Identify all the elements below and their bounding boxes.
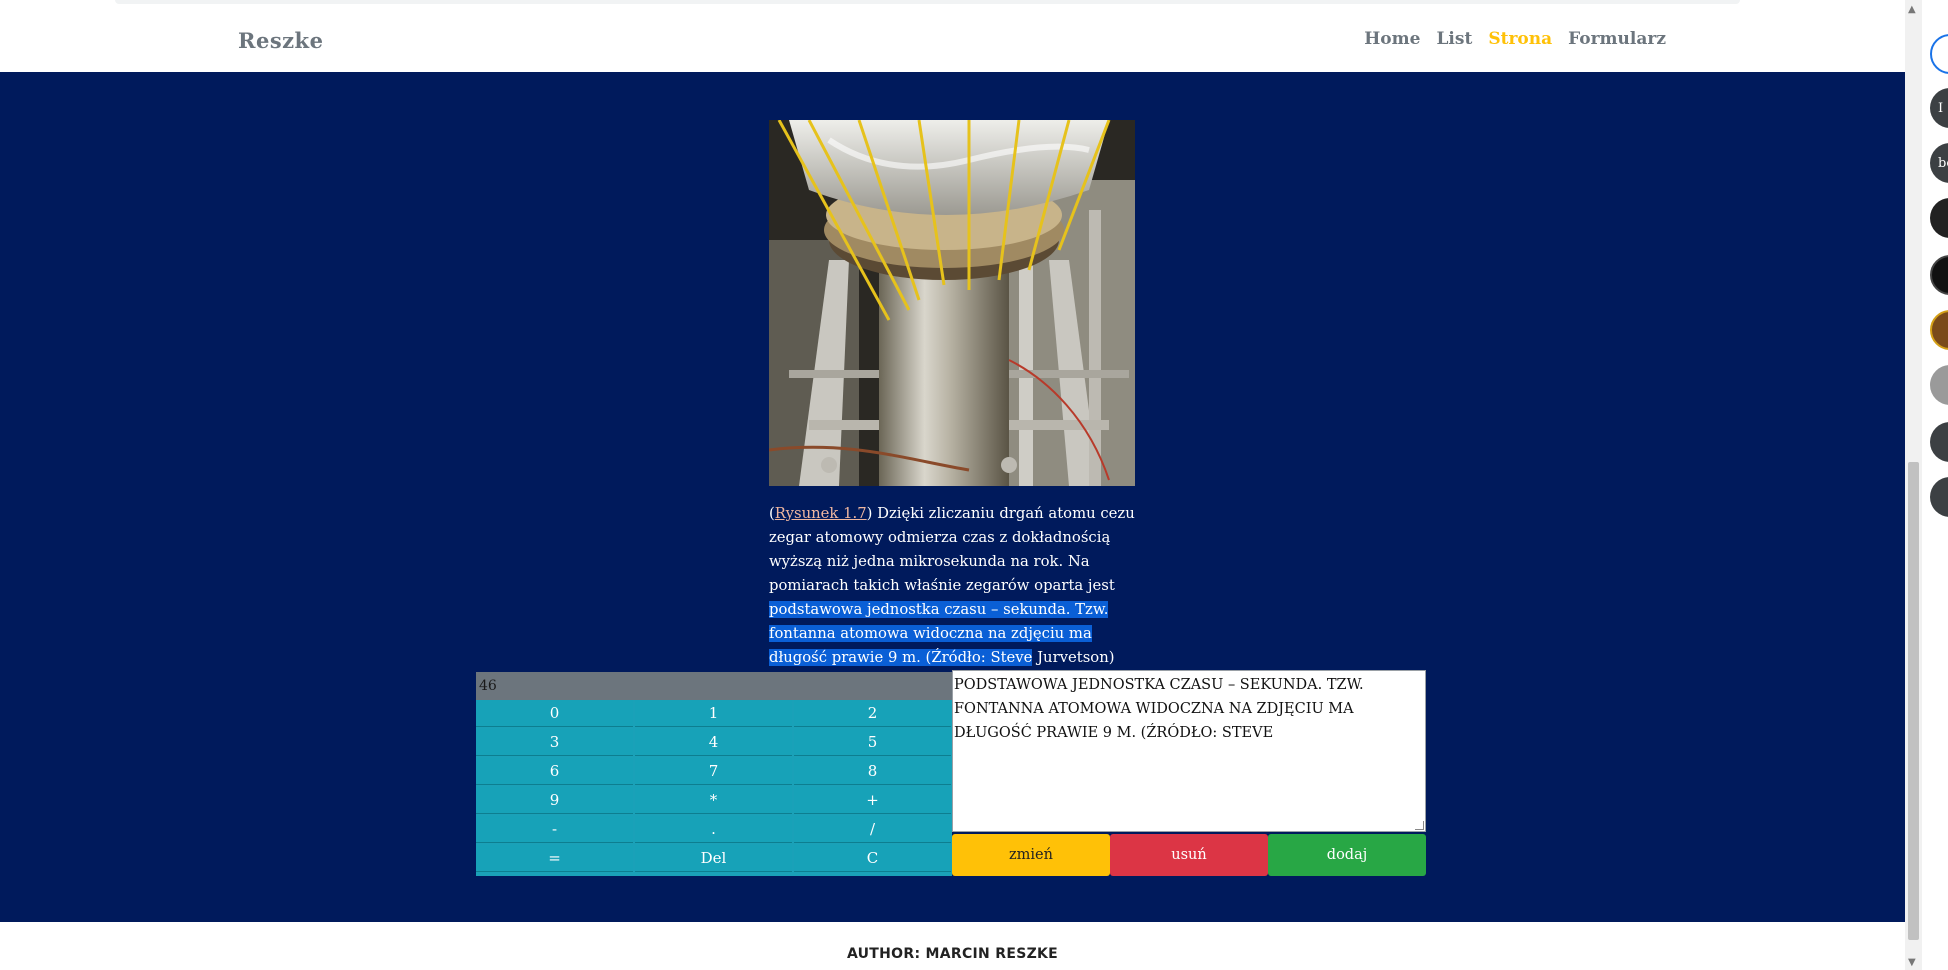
key-5[interactable]: 5: [794, 729, 951, 756]
key-0[interactable]: 0: [476, 700, 633, 727]
key-clear[interactable]: C: [794, 845, 951, 872]
footer: Author: Marcin Reszke: [0, 922, 1905, 970]
change-button[interactable]: zmień: [952, 834, 1110, 876]
add-button[interactable]: dodaj: [1268, 834, 1426, 876]
scroll-up-icon[interactable]: ▲: [1908, 4, 1916, 15]
editor-text: podstawowa jednostka czasu – sekunda. Tz…: [954, 677, 1364, 741]
app-icon[interactable]: [1930, 255, 1948, 295]
side-panel-item[interactable]: [1930, 477, 1948, 517]
calculator: 46 0 1 2 3 4 5 6 7 8 9 * + - . / = Del C: [476, 672, 952, 876]
address-bar-edge: [115, 0, 1740, 4]
nav-home[interactable]: Home: [1364, 29, 1420, 49]
key-plus[interactable]: +: [794, 787, 951, 814]
figure-link[interactable]: Rysunek 1.7: [775, 505, 867, 522]
key-divide[interactable]: /: [794, 816, 951, 843]
nav-formularz[interactable]: Formularz: [1568, 29, 1666, 49]
main-section: (Rysunek 1.7) Dzięki zliczaniu drgań ato…: [0, 72, 1905, 922]
scrollbar-thumb[interactable]: [1908, 462, 1919, 940]
atomic-fountain-photo: [769, 120, 1135, 486]
main-nav: Home List Strona Formularz: [1364, 29, 1666, 49]
footer-author: Author: Marcin Reszke: [846, 946, 1059, 962]
app-icon[interactable]: [1930, 310, 1948, 350]
delete-button[interactable]: usuń: [1110, 834, 1268, 876]
resize-grip-icon[interactable]: [1415, 821, 1424, 830]
side-panel-item[interactable]: I: [1930, 88, 1948, 128]
key-4[interactable]: 4: [635, 729, 792, 756]
key-dot[interactable]: .: [635, 816, 792, 843]
key-7[interactable]: 7: [635, 758, 792, 785]
side-panel-item[interactable]: [1930, 422, 1948, 462]
key-2[interactable]: 2: [794, 700, 951, 727]
key-1[interactable]: 1: [635, 700, 792, 727]
browser-side-panel: I be: [1922, 0, 1948, 970]
scroll-down-icon[interactable]: ▼: [1908, 957, 1916, 968]
caption-text-end: Jurvetson): [1032, 648, 1115, 666]
key-equals[interactable]: =: [476, 845, 633, 872]
text-editor[interactable]: podstawowa jednostka czasu – sekunda. Tz…: [952, 670, 1426, 832]
calculator-keypad: 0 1 2 3 4 5 6 7 8 9 * + - . / = Del C: [476, 700, 952, 872]
key-6[interactable]: 6: [476, 758, 633, 785]
navbar: Reszke Home List Strona Formularz: [0, 8, 1905, 72]
key-9[interactable]: 9: [476, 787, 633, 814]
nav-strona[interactable]: Strona: [1488, 29, 1552, 49]
side-panel-item[interactable]: be: [1930, 143, 1948, 183]
page-scrollbar[interactable]: ▲ ▼: [1905, 0, 1922, 970]
calculator-display: 46: [476, 672, 952, 700]
app-icon[interactable]: [1930, 198, 1948, 238]
key-del[interactable]: Del: [635, 845, 792, 872]
nav-list[interactable]: List: [1436, 29, 1472, 49]
brand-logo[interactable]: Reszke: [238, 28, 323, 53]
monitor-icon[interactable]: [1930, 34, 1948, 74]
avatar[interactable]: [1930, 365, 1948, 405]
key-3[interactable]: 3: [476, 729, 633, 756]
key-multiply[interactable]: *: [635, 787, 792, 814]
key-8[interactable]: 8: [794, 758, 951, 785]
key-minus[interactable]: -: [476, 816, 633, 843]
figure-caption: (Rysunek 1.7) Dzięki zliczaniu drgań ato…: [769, 504, 1135, 666]
